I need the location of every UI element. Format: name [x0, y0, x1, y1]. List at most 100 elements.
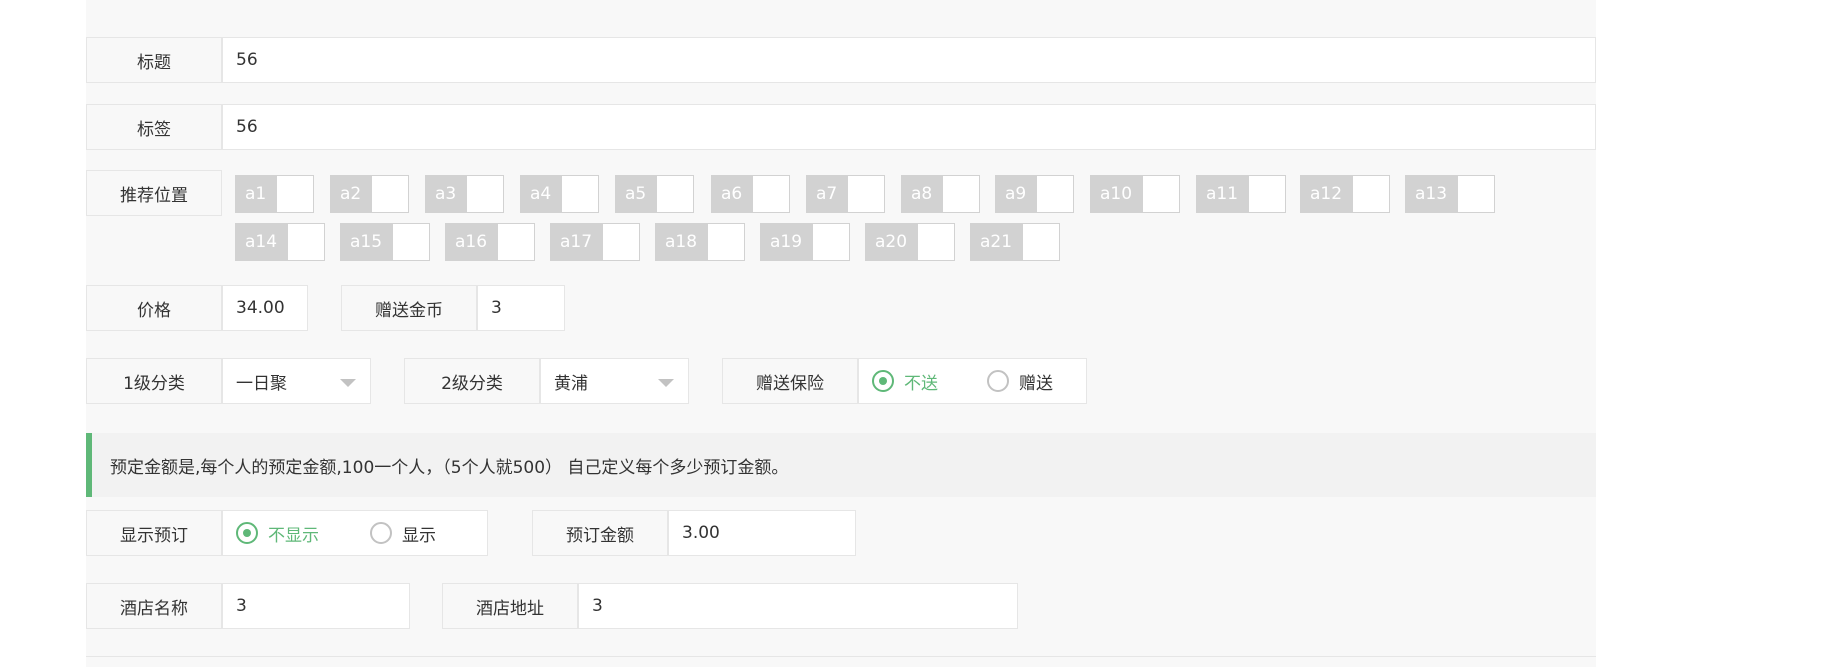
checkbox-square-icon: [602, 223, 641, 261]
recommend-checkbox-label: a8: [901, 175, 943, 213]
booking-amount-label: 预订金额: [532, 510, 668, 556]
checkbox-square-icon: [497, 223, 536, 261]
tags-input[interactable]: 56: [222, 104, 1596, 150]
category-row: 1级分类 一日聚 2级分类 黄浦 赠送保险 不送 赠送: [86, 358, 1087, 404]
checkbox-square-icon: [371, 175, 410, 213]
recommend-checkbox-a13[interactable]: a13: [1405, 175, 1496, 213]
recommend-checkbox-a4[interactable]: a4: [520, 175, 600, 213]
show-booking-label: 显示预订: [86, 510, 222, 556]
checkbox-square-icon: [1022, 223, 1061, 261]
radio-unchecked-icon: [370, 522, 392, 544]
category2-value: 黄浦: [554, 373, 588, 394]
recommend-checkbox-label: a10: [1090, 175, 1143, 213]
recommend-checkbox-label: a21: [970, 223, 1023, 261]
checkbox-square-icon: [812, 223, 851, 261]
booking-amount-input[interactable]: 3.00: [668, 510, 856, 556]
radio-checked-icon: [872, 370, 894, 392]
tags-row: 标签 56: [86, 104, 1596, 150]
checkbox-square-icon: [752, 175, 791, 213]
recommend-checkbox-label: a9: [995, 175, 1037, 213]
recommend-checkbox-a7[interactable]: a7: [806, 175, 886, 213]
hotel-name-input[interactable]: 3: [222, 583, 410, 629]
recommend-checkbox-label: a11: [1196, 175, 1249, 213]
recommend-checkbox-a10[interactable]: a10: [1090, 175, 1181, 213]
checkbox-square-icon: [561, 175, 600, 213]
recommend-checkbox-a1[interactable]: a1: [235, 175, 315, 213]
recommend-checkbox-a14[interactable]: a14: [235, 223, 326, 261]
price-label: 价格: [86, 285, 222, 331]
recommend-checkbox-a9[interactable]: a9: [995, 175, 1075, 213]
show-booking-radio-show[interactable]: 显示: [370, 511, 436, 555]
recommend-checkbox-a21[interactable]: a21: [970, 223, 1061, 261]
recommend-checkbox-a19[interactable]: a19: [760, 223, 851, 261]
title-input[interactable]: 56: [222, 37, 1596, 83]
category2-select[interactable]: 黄浦: [540, 358, 689, 404]
show-booking-radio-hide[interactable]: 不显示: [236, 511, 319, 555]
recommend-checkbox-label: a16: [445, 223, 498, 261]
recommend-checkbox-a8[interactable]: a8: [901, 175, 981, 213]
category1-select[interactable]: 一日聚: [222, 358, 371, 404]
recommend-checkbox-label: a4: [520, 175, 562, 213]
radio-unchecked-icon: [987, 370, 1009, 392]
recommend-checkbox-label: a5: [615, 175, 657, 213]
price-row: 价格 34.00 赠送金币 3: [86, 285, 566, 331]
recommend-checkbox-a6[interactable]: a6: [711, 175, 791, 213]
checkbox-square-icon: [287, 223, 326, 261]
tags-label: 标签: [86, 104, 222, 150]
recommend-checkbox-label: a18: [655, 223, 708, 261]
recommend-checkbox-label: a15: [340, 223, 393, 261]
recommend-checkbox-a16[interactable]: a16: [445, 223, 536, 261]
recommend-checkbox-label: a6: [711, 175, 753, 213]
recommend-checkbox-label: a7: [806, 175, 848, 213]
recommend-checkbox-label: a12: [1300, 175, 1353, 213]
recommend-checkbox-a15[interactable]: a15: [340, 223, 431, 261]
recommend-row: 推荐位置 a1 a2 a3 a4 a5 a6 a7 a8 a9 a10 a11 a12 a13 a14 a1…: [86, 170, 1596, 266]
checkbox-square-icon: [1352, 175, 1391, 213]
insurance-label: 赠送保险: [722, 358, 858, 404]
checkbox-square-icon: [1457, 175, 1496, 213]
show-booking-radio-group: 不显示 显示: [222, 510, 488, 556]
recommend-checkbox-a5[interactable]: a5: [615, 175, 695, 213]
insurance-radio-no[interactable]: 不送: [872, 359, 938, 403]
insurance-radio-group: 不送 赠送: [858, 358, 1087, 404]
recommend-checkbox-a18[interactable]: a18: [655, 223, 746, 261]
recommend-checkbox-a11[interactable]: a11: [1196, 175, 1287, 213]
recommend-checkbox-a17[interactable]: a17: [550, 223, 641, 261]
checkbox-square-icon: [392, 223, 431, 261]
recommend-checkbox-a12[interactable]: a12: [1300, 175, 1391, 213]
insurance-radio-yes[interactable]: 赠送: [987, 359, 1053, 403]
recommend-checkbox-label: a20: [865, 223, 918, 261]
recommend-checkbox-label: a19: [760, 223, 813, 261]
gift-coins-label: 赠送金币: [341, 285, 477, 331]
hotel-row: 酒店名称 3 酒店地址 3: [86, 583, 1086, 629]
recommend-label: 推荐位置: [86, 170, 222, 216]
category1-value: 一日聚: [236, 373, 287, 394]
recommend-checkbox-label: a14: [235, 223, 288, 261]
next-row-edge: [86, 656, 1596, 667]
title-label: 标题: [86, 37, 222, 83]
hotel-address-label: 酒店地址: [442, 583, 578, 629]
recommend-checkbox-label: a17: [550, 223, 603, 261]
insurance-option-no: 不送: [904, 373, 938, 394]
recommend-checkbox-label: a2: [330, 175, 372, 213]
radio-checked-icon: [236, 522, 258, 544]
checkbox-square-icon: [1036, 175, 1075, 213]
recommend-checkbox-a3[interactable]: a3: [425, 175, 505, 213]
checkbox-square-icon: [942, 175, 981, 213]
gift-coins-input[interactable]: 3: [477, 285, 565, 331]
checkbox-square-icon: [847, 175, 886, 213]
recommend-checkbox-a20[interactable]: a20: [865, 223, 956, 261]
edit-form: 标题 56 标签 56 推荐位置 a1 a2 a3 a4 a5 a6 a7 a8 a9 a10 a1…: [86, 0, 1596, 667]
show-booking-option-show: 显示: [402, 525, 436, 546]
checkbox-square-icon: [276, 175, 315, 213]
category2-label: 2级分类: [404, 358, 540, 404]
recommend-checkbox-a2[interactable]: a2: [330, 175, 410, 213]
hotel-address-input[interactable]: 3: [578, 583, 1018, 629]
checkbox-square-icon: [656, 175, 695, 213]
price-input[interactable]: 34.00: [222, 285, 308, 331]
hotel-name-label: 酒店名称: [86, 583, 222, 629]
show-booking-option-hide: 不显示: [268, 525, 319, 546]
checkbox-square-icon: [917, 223, 956, 261]
insurance-option-yes: 赠送: [1019, 373, 1053, 394]
chevron-down-icon: [658, 379, 674, 387]
